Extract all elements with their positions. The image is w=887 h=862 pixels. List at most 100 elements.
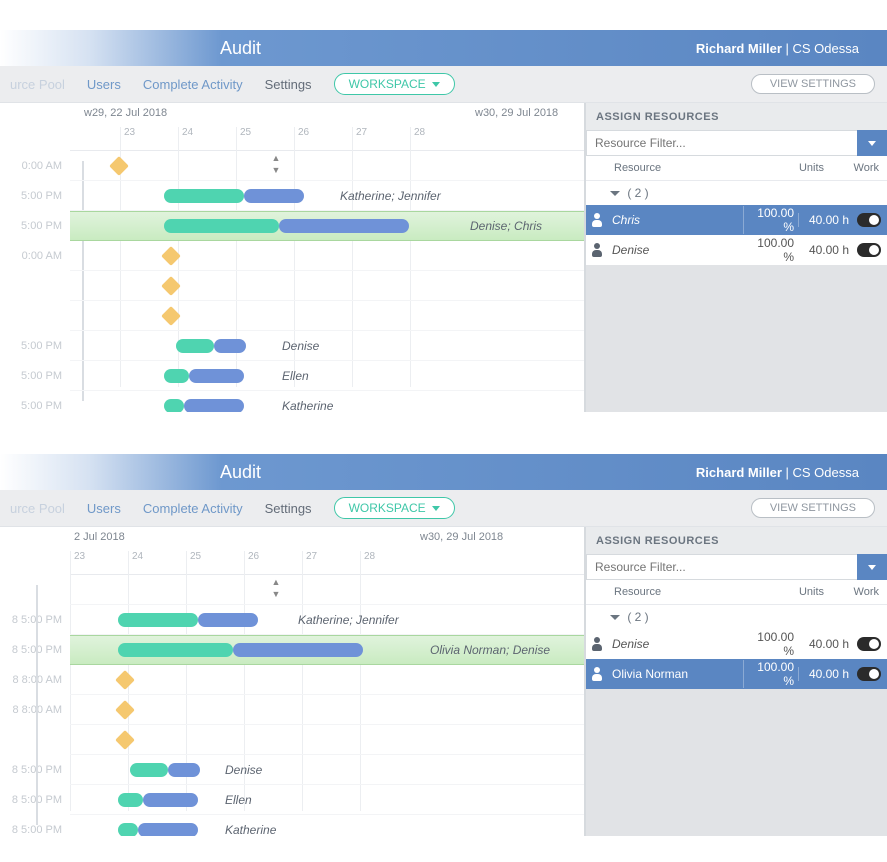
task-label: Katherine (282, 399, 333, 413)
user-name: Richard Miller (696, 41, 782, 56)
workspace-button[interactable]: WORKSPACE (334, 73, 455, 95)
assign-resources-panel: ASSIGN RESOURCES Resource Units Work ( 2… (585, 527, 887, 836)
filter-dropdown-button[interactable] (857, 130, 887, 156)
workspace-button[interactable]: WORKSPACE (334, 497, 455, 519)
task-label: Ellen (282, 369, 309, 383)
chevron-down-icon (432, 82, 440, 87)
task-label: Olivia Norman; Denise (430, 643, 550, 657)
task-row-selected[interactable]: Olivia Norman; Denise (70, 635, 584, 665)
gantt-rows: Katherine; Jennifer Denise; Chris (70, 151, 584, 412)
resource-name: Denise (608, 243, 743, 257)
progress-bar (176, 339, 214, 353)
resource-toggle[interactable] (857, 667, 883, 681)
task-row[interactable] (70, 575, 584, 605)
menu-complete-activity[interactable]: Complete Activity (143, 77, 243, 92)
task-bar (279, 219, 409, 233)
task-row[interactable] (70, 271, 584, 301)
col-resource: Resource (594, 586, 769, 598)
resource-table-header: Resource Units Work (586, 580, 887, 605)
col-units: Units (769, 586, 824, 598)
task-bar (244, 189, 304, 203)
person-icon (586, 243, 608, 257)
resource-filter-input[interactable] (586, 130, 857, 156)
task-row[interactable] (70, 151, 584, 181)
progress-bar (118, 823, 138, 837)
chevron-down-icon (868, 141, 876, 146)
task-label: Denise (282, 339, 319, 353)
topbar: Audit Richard Miller | CS Odessa (0, 454, 887, 490)
menu-settings[interactable]: Settings (265, 77, 312, 92)
milestone-icon (161, 246, 181, 266)
task-row[interactable]: Denise (70, 755, 584, 785)
stage-before: ▲ ▼ w29, 22 Jul 2018 w30, 29 Jul 2018 23… (0, 102, 887, 412)
milestone-icon (115, 730, 135, 750)
menu-resource-pool[interactable]: urce Pool (10, 77, 65, 92)
task-bar (168, 763, 200, 777)
resource-row[interactable]: Denise 100.00 % 40.00 h (586, 629, 887, 659)
task-row[interactable]: Denise (70, 331, 584, 361)
user-info: Richard Miller | CS Odessa (696, 465, 859, 480)
task-row[interactable] (70, 725, 584, 755)
task-row[interactable]: Ellen (70, 785, 584, 815)
task-label: Denise; Chris (470, 219, 542, 233)
task-row[interactable]: Katherine (70, 391, 584, 412)
resource-row[interactable]: Denise 100.00 % 40.00 h (586, 235, 887, 265)
timeline-header: w29, 22 Jul 2018 w30, 29 Jul 2018 23 24 … (70, 103, 584, 151)
menu-settings[interactable]: Settings (265, 501, 312, 516)
task-row[interactable]: Ellen (70, 361, 584, 391)
resource-toggle[interactable] (857, 637, 883, 651)
resource-filter (586, 554, 887, 580)
col-work: Work (824, 586, 879, 598)
progress-bar (118, 613, 198, 627)
view-settings-button[interactable]: VIEW SETTINGS (751, 74, 875, 94)
view-settings-button[interactable]: VIEW SETTINGS (751, 498, 875, 518)
person-icon (586, 637, 608, 651)
progress-bar (164, 399, 184, 413)
progress-bar (118, 643, 233, 657)
menu-complete-activity[interactable]: Complete Activity (143, 501, 243, 516)
resource-units: 100.00 % (743, 206, 798, 234)
task-row[interactable]: Katherine; Jennifer (70, 605, 584, 635)
progress-bar (130, 763, 168, 777)
stage-after: ▲ ▼ 2 Jul 2018 w30, 29 Jul 2018 23 24 25… (0, 526, 887, 836)
dependency-line (36, 585, 38, 825)
time-column: 8 5:00 PM 8 5:00 PM 8 8:00 AM 8 8:00 AM … (0, 575, 70, 836)
week29-label: w29, 22 Jul 2018 (84, 107, 167, 119)
filter-dropdown-button[interactable] (857, 554, 887, 580)
task-row[interactable] (70, 665, 584, 695)
menu-users[interactable]: Users (87, 501, 121, 516)
resource-units: 100.00 % (743, 630, 798, 658)
resource-row-selected[interactable]: Chris 100.00 % 40.00 h (586, 205, 887, 235)
task-row[interactable] (70, 241, 584, 271)
menu-resource-pool[interactable]: urce Pool (10, 501, 65, 516)
task-row-selected[interactable]: Denise; Chris (70, 211, 584, 241)
gantt-chart[interactable]: ▲ ▼ 2 Jul 2018 w30, 29 Jul 2018 23 24 25… (0, 527, 585, 836)
resource-group[interactable]: ( 2 ) (586, 181, 887, 205)
resource-work: 40.00 h (798, 243, 853, 257)
page-title: Audit (220, 462, 261, 483)
milestone-icon (115, 700, 135, 720)
task-label: Katherine; Jennifer (340, 189, 441, 203)
resource-toggle[interactable] (857, 243, 883, 257)
resource-toggle[interactable] (857, 213, 883, 227)
col-work: Work (824, 162, 879, 174)
progress-bar (164, 369, 189, 383)
gantt-rows: Katherine; Jennifer Olivia Norman; Denis… (70, 575, 584, 836)
milestone-icon (115, 670, 135, 690)
task-row[interactable]: Katherine; Jennifer (70, 181, 584, 211)
menubar: urce Pool Users Complete Activity Settin… (0, 490, 887, 526)
task-row[interactable] (70, 695, 584, 725)
resource-row-selected[interactable]: Olivia Norman 100.00 % 40.00 h (586, 659, 887, 689)
progress-bar (164, 219, 279, 233)
gantt-chart[interactable]: ▲ ▼ w29, 22 Jul 2018 w30, 29 Jul 2018 23… (0, 103, 585, 412)
resource-group[interactable]: ( 2 ) (586, 605, 887, 629)
resource-filter-input[interactable] (586, 554, 857, 580)
task-label: Katherine (225, 823, 276, 837)
panel-title: ASSIGN RESOURCES (586, 103, 887, 130)
task-bar (214, 339, 246, 353)
task-row[interactable]: Katherine (70, 815, 584, 836)
task-row[interactable] (70, 301, 584, 331)
resource-name: Olivia Norman (608, 667, 743, 681)
menu-users[interactable]: Users (87, 77, 121, 92)
task-label: Denise (225, 763, 262, 777)
